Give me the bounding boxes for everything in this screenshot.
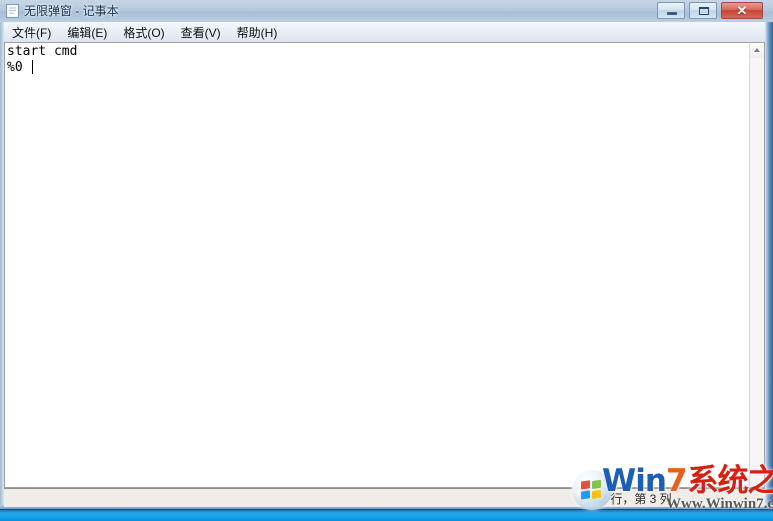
status-bar: 第 2 行，第 3 列 [4, 488, 765, 507]
window-border-right [765, 0, 773, 509]
minimize-button[interactable] [657, 2, 685, 19]
notepad-window: 无限弹窗 - 记事本 ✕ 文件(F) 编辑(E) 格式(O) 查看(V) 帮助(… [0, 0, 773, 509]
cursor-position-status: 第 2 行，第 3 列 [585, 492, 672, 506]
notepad-document-icon [6, 4, 19, 18]
text-editor-frame: start cmd %0 [4, 42, 750, 488]
scrollbar-track[interactable] [750, 58, 764, 487]
maximize-button[interactable] [689, 2, 717, 19]
maximize-icon [699, 7, 709, 15]
close-icon: ✕ [736, 3, 748, 18]
desktop-background: 无限弹窗 - 记事本 ✕ 文件(F) 编辑(E) 格式(O) 查看(V) 帮助(… [0, 0, 773, 521]
title-bar[interactable]: 无限弹窗 - 记事本 ✕ [0, 0, 773, 22]
vertical-scrollbar[interactable] [749, 42, 765, 488]
window-title: 无限弹窗 - 记事本 [24, 4, 119, 18]
menu-bar: 文件(F) 编辑(E) 格式(O) 查看(V) 帮助(H) [4, 22, 765, 42]
taskbar[interactable] [0, 509, 773, 521]
minimize-icon [667, 12, 677, 15]
client-area: start cmd %0 [4, 42, 765, 488]
menu-help[interactable]: 帮助(H) [229, 22, 286, 42]
menu-file[interactable]: 文件(F) [4, 22, 59, 42]
text-caret [32, 60, 33, 74]
close-button[interactable]: ✕ [721, 2, 763, 19]
menu-edit[interactable]: 编辑(E) [59, 22, 115, 42]
text-editor[interactable]: start cmd %0 [7, 44, 742, 484]
triangle-up-icon [754, 48, 760, 52]
menu-view[interactable]: 查看(V) [173, 22, 229, 42]
menu-format[interactable]: 格式(O) [115, 22, 172, 42]
scroll-up-arrow-icon[interactable] [750, 43, 764, 58]
